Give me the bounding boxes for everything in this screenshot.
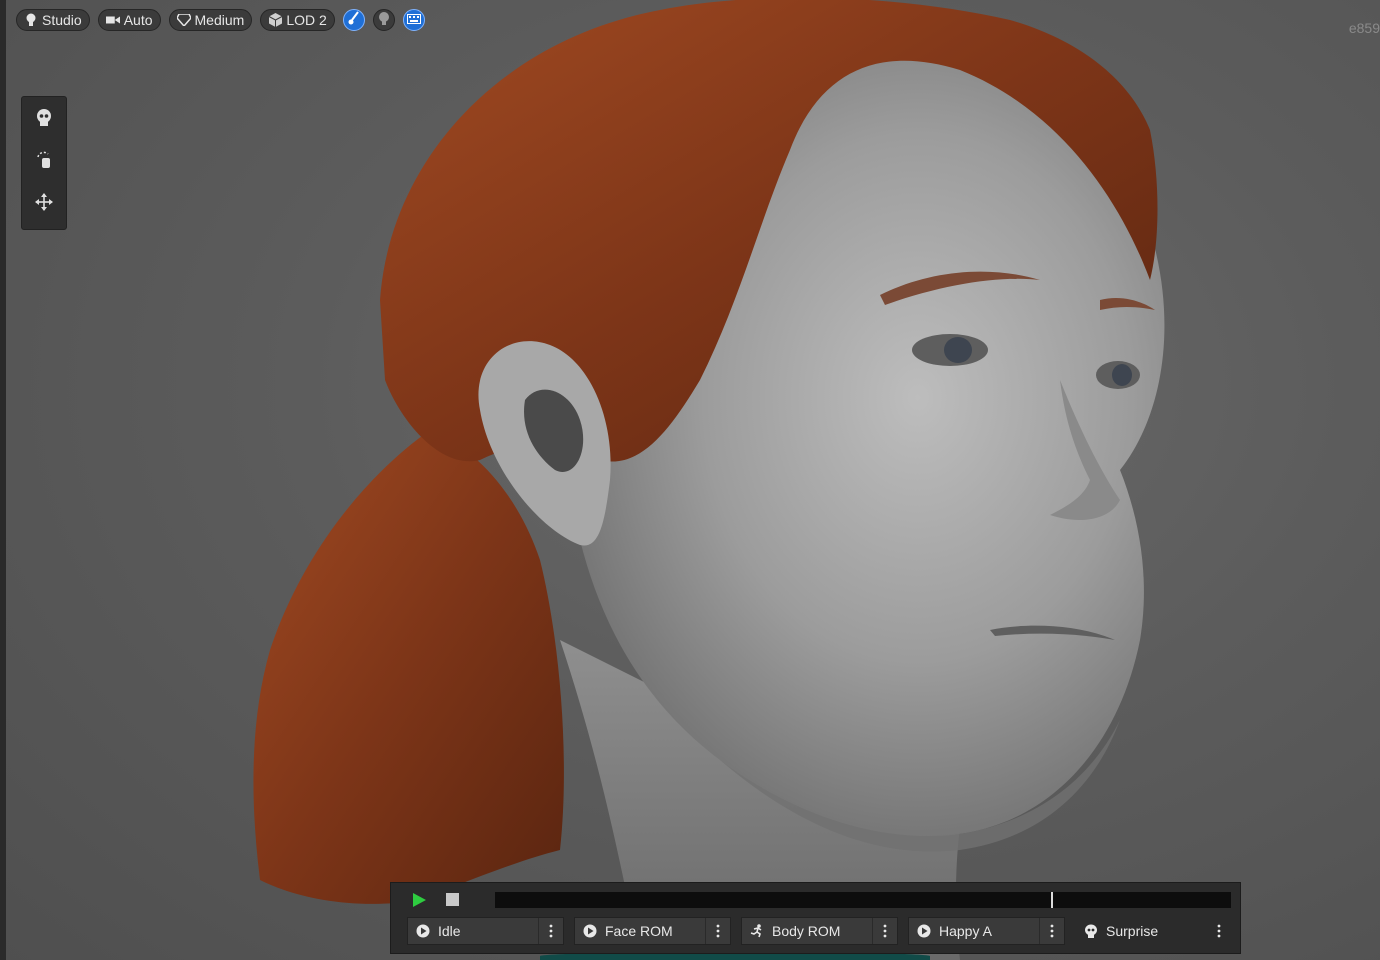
camera-mode-button[interactable]: Auto (97, 9, 161, 31)
quality-button[interactable]: Medium (168, 9, 253, 31)
viewport-left-border (0, 0, 6, 960)
more-vertical-icon (549, 924, 553, 938)
groom-toggle-button[interactable] (342, 9, 365, 31)
camera-icon (105, 13, 120, 27)
anim-body-rom-button[interactable]: Body ROM (741, 917, 898, 945)
head-icon (377, 11, 391, 30)
play-icon (416, 924, 430, 938)
anim-face-rom-label: Face ROM (605, 923, 673, 939)
anim-happy-a-button[interactable]: Happy A (908, 917, 1065, 945)
character-render (253, 0, 1165, 960)
brush-icon (348, 10, 360, 30)
skull-icon (36, 108, 52, 132)
timeline-playhead[interactable] (1051, 892, 1053, 908)
cube-icon (268, 13, 282, 27)
running-icon (750, 924, 764, 938)
play-icon (413, 893, 426, 907)
anim-body-rom-more-button[interactable] (873, 918, 897, 944)
viewport-toolbar: Studio Auto Medium LOD 2 (16, 7, 425, 33)
3d-viewport[interactable]: Studio Auto Medium LOD 2 e859 Idle Face … (0, 0, 1380, 960)
anim-surprise-label: Surprise (1106, 923, 1159, 939)
move-tool-button[interactable] (32, 192, 56, 216)
skull-icon (1084, 924, 1098, 938)
anim-surprise-more-button[interactable] (1207, 918, 1231, 944)
move-icon (35, 192, 53, 216)
anim-idle-label: Idle (438, 923, 461, 939)
play-icon (917, 924, 931, 938)
anim-happy-a-more-button[interactable] (1040, 918, 1064, 944)
anim-happy-a-label: Happy A (939, 923, 992, 939)
animation-timeline[interactable] (495, 892, 1231, 908)
lighting-preset-button[interactable]: Studio (16, 9, 90, 31)
lod-label: LOD 2 (286, 12, 327, 28)
animation-buttons: Idle Face ROM Body ROM Happy A Surprise (407, 917, 1232, 945)
lightbulb-icon (24, 13, 38, 27)
more-vertical-icon (1217, 924, 1221, 938)
anim-body-rom-label: Body ROM (772, 923, 841, 939)
keyboard-toggle-button[interactable] (402, 9, 425, 31)
play-icon (583, 924, 597, 938)
anim-idle-more-button[interactable] (539, 918, 563, 944)
more-vertical-icon (1050, 924, 1054, 938)
stop-button[interactable] (446, 893, 459, 906)
anim-face-rom-more-button[interactable] (706, 918, 730, 944)
rotate-tool-button[interactable] (32, 151, 56, 173)
keyboard-icon (406, 11, 421, 29)
more-vertical-icon (883, 924, 887, 938)
anim-idle-button[interactable]: Idle (407, 917, 564, 945)
animation-panel: Idle Face ROM Body ROM Happy A Surprise (390, 882, 1241, 954)
anim-face-rom-button[interactable]: Face ROM (574, 917, 731, 945)
anim-surprise-button[interactable]: Surprise (1075, 917, 1232, 945)
lighting-preset-label: Studio (42, 12, 82, 28)
head-toggle-button[interactable] (372, 9, 395, 31)
rotate-hand-icon (35, 151, 53, 174)
lod-button[interactable]: LOD 2 (260, 9, 335, 31)
quality-label: Medium (194, 12, 245, 28)
play-button[interactable] (411, 892, 427, 908)
viewport-corner-id: e859 (1348, 20, 1380, 36)
camera-mode-label: Auto (123, 12, 153, 28)
viewport-tool-panel (21, 96, 67, 230)
skull-tool-button[interactable] (32, 108, 56, 132)
more-vertical-icon (716, 924, 720, 938)
diamond-icon (176, 13, 191, 27)
